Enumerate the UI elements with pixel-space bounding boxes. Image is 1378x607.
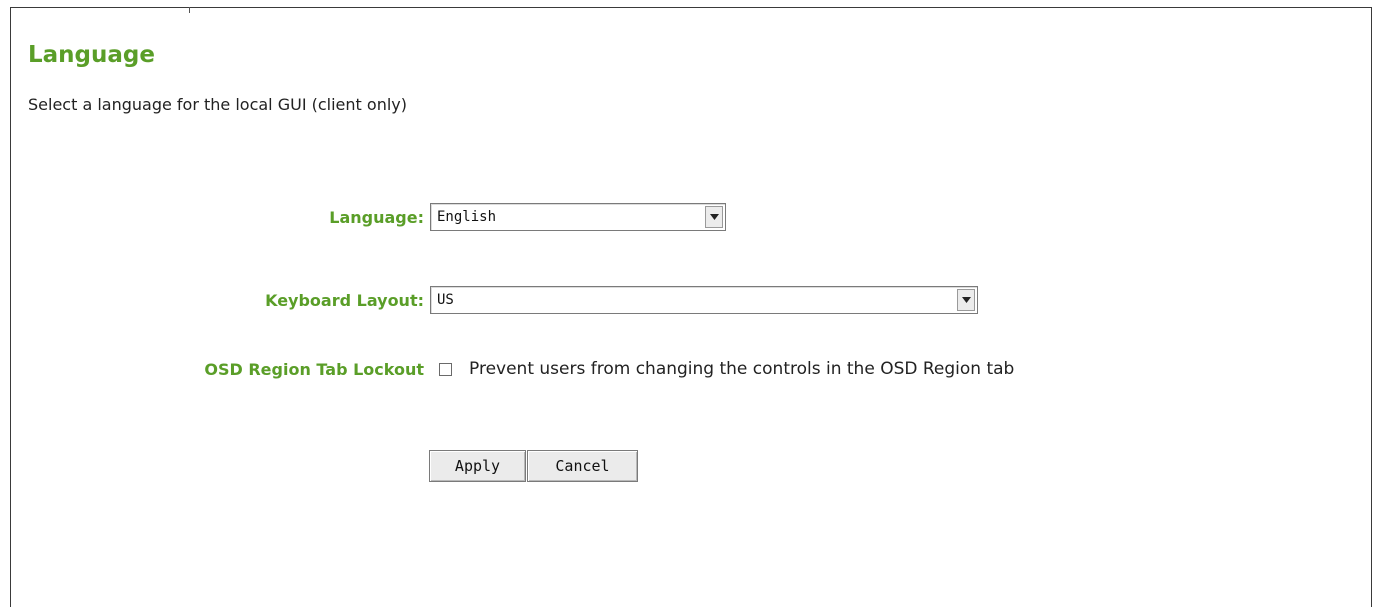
keyboard-layout-select-value: US (437, 292, 454, 308)
frame-tick (189, 7, 190, 13)
chevron-down-icon[interactable] (705, 206, 723, 228)
keyboard-layout-label: Keyboard Layout: (265, 290, 424, 310)
apply-button[interactable]: Apply (429, 450, 526, 482)
osd-lockout-label: OSD Region Tab Lockout (204, 359, 424, 379)
osd-lockout-checkbox[interactable] (439, 362, 452, 376)
language-select[interactable]: English (430, 203, 726, 231)
button-row: Apply Cancel (429, 450, 638, 482)
language-row: Language: English (0, 203, 726, 231)
cancel-button[interactable]: Cancel (527, 450, 638, 482)
page-subtitle: Select a language for the local GUI (cli… (28, 95, 407, 114)
page-title: Language (28, 42, 155, 68)
keyboard-layout-row: Keyboard Layout: US (0, 286, 978, 314)
osd-lockout-checkbox-text: Prevent users from changing the controls… (469, 359, 1015, 379)
osd-lockout-row: OSD Region Tab Lockout Prevent users fro… (0, 359, 1014, 379)
keyboard-layout-select[interactable]: US (430, 286, 978, 314)
chevron-down-icon[interactable] (957, 289, 975, 311)
language-label: Language: (329, 207, 424, 227)
language-select-value: English (437, 209, 497, 225)
